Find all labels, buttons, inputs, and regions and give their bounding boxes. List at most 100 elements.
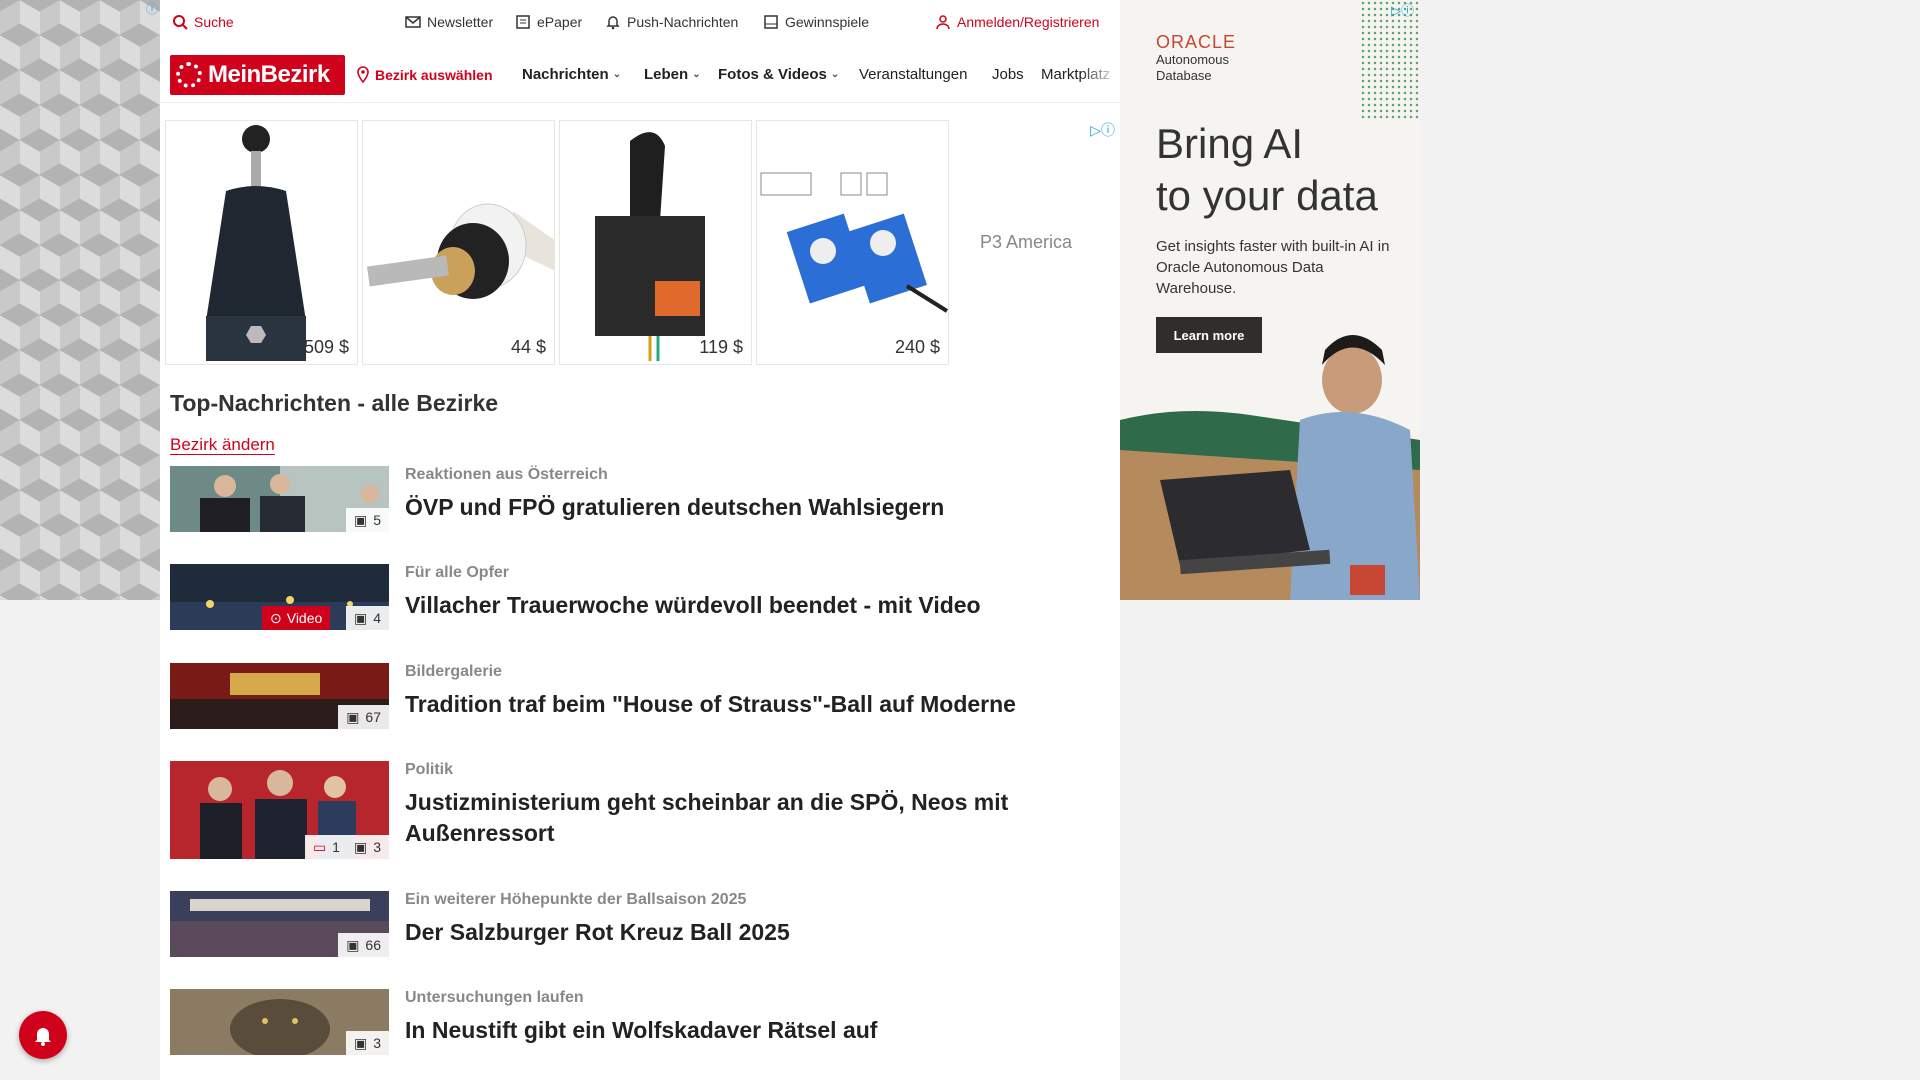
search-label: Suche — [194, 14, 234, 30]
nav-label: Veranstaltungen — [859, 66, 968, 83]
product-ad-strip: 509 $ 44 $ 119 $ 240 $ P3 America ▷ⓘ — [165, 120, 1115, 366]
lever-image — [595, 132, 705, 361]
product-price: 119 $ — [699, 337, 743, 357]
nav-item-leben[interactable]: Leben ⌄ — [644, 66, 701, 83]
article-kicker: Reaktionen aus Österreich — [405, 466, 608, 483]
image-count-badge: ▣ 4 — [345, 606, 389, 630]
article-thumbnail[interactable]: ▣ 67 — [170, 663, 389, 729]
image-count-badge: ▣ 66 — [338, 933, 389, 957]
games-label: Gewinnspiele — [785, 14, 870, 30]
district-selector[interactable]: Bezirk auswählen — [355, 66, 493, 84]
article-thumbnail[interactable]: ▣ 5 — [170, 466, 389, 532]
article-headline[interactable]: ÖVP und FPÖ gratulieren deutschen Wahlsi… — [405, 492, 1095, 523]
nav-fade-overlay — [1080, 46, 1120, 102]
bell-icon — [606, 16, 620, 30]
push-label: Push-Nachrichten — [627, 14, 739, 30]
image-icon: ▣ — [346, 936, 360, 953]
newsletter-label: Newsletter — [427, 14, 494, 30]
chevron-down-icon: ⌄ — [830, 69, 840, 80]
article-kicker: Bildergalerie — [405, 663, 502, 680]
image-icon: ▣ — [353, 838, 368, 855]
chevron-down-icon: ⌄ — [612, 69, 622, 80]
search-icon — [173, 15, 188, 30]
logo-text: MeinBezirk — [208, 61, 330, 88]
product-card[interactable]: 44 $ — [362, 120, 555, 365]
bell-icon — [35, 1028, 51, 1046]
ad-headline-line: to your data — [1156, 172, 1378, 219]
site-logo[interactable]: MeinBezirk — [170, 55, 345, 95]
image-count: 4 — [373, 610, 381, 626]
article-headline[interactable]: Der Salzburger Rot Kreuz Ball 2025 — [405, 917, 1095, 948]
nav-label: Leben — [644, 66, 689, 83]
newsletter-link[interactable]: Newsletter — [405, 14, 493, 30]
article-thumbnail[interactable]: ▣ 3 — [170, 989, 389, 1055]
product-price: 509 $ — [303, 337, 349, 357]
nav-item-nachrichten[interactable]: Nachrichten ⌄ — [522, 66, 621, 83]
adchoices-icon[interactable]: ▷ⓘ — [1090, 120, 1115, 140]
change-district-link[interactable]: Bezirk ändern — [170, 435, 275, 455]
image-icon: ▣ — [353, 609, 368, 626]
advertiser-name[interactable]: P3 America — [980, 232, 1072, 253]
games-link[interactable]: Gewinnspiele — [763, 14, 869, 30]
adchoices-icon[interactable]: ▷ⓘ — [1391, 0, 1414, 19]
article-kicker: Ein weiterer Höhepunkte der Ballsaison 2… — [405, 891, 747, 908]
play-icon: ⊙ — [270, 609, 282, 626]
sensor-image — [760, 172, 948, 313]
chevron-down-icon: ⌄ — [692, 69, 701, 80]
image-icon: ▣ — [353, 511, 368, 528]
push-link[interactable]: Push-Nachrichten — [605, 14, 738, 30]
user-icon — [936, 15, 950, 30]
article-headline[interactable]: Justizministerium geht scheinbar an die … — [405, 787, 1095, 849]
nav-label: Jobs — [992, 66, 1024, 83]
epaper-link[interactable]: ePaper — [515, 14, 582, 30]
article-headline[interactable]: In Neustift gibt ein Wolfskadaver Rätsel… — [405, 1015, 1095, 1046]
joystick-image — [206, 125, 306, 361]
product-card[interactable]: 240 $ — [756, 120, 949, 365]
oracle-logo: ORACLE — [1156, 32, 1237, 52]
prize-icon — [764, 15, 778, 29]
image-count-badge: ▣ 67 — [338, 705, 389, 729]
article-headline[interactable]: Tradition traf beim "House of Strauss"-B… — [405, 689, 1095, 720]
ad-product-name: Autonomous Database — [1156, 52, 1229, 83]
ad-headline: Bring AI to your data — [1156, 118, 1378, 222]
section-title: Top-Nachrichten - alle Bezirke — [170, 390, 499, 416]
newspaper-icon — [516, 15, 530, 29]
notification-bell-button[interactable] — [19, 1011, 67, 1059]
image-icon: ▣ — [346, 708, 360, 725]
article-thumbnail[interactable]: ⊙ Video ▣ 4 — [170, 564, 389, 630]
nav-item-veranstaltungen[interactable]: Veranstaltungen — [859, 66, 967, 83]
article-thumbnail[interactable]: ▣ 66 — [170, 891, 389, 957]
article-kicker: Für alle Opfer — [405, 564, 510, 581]
product-price: 44 $ — [510, 337, 546, 357]
image-count: 3 — [373, 1035, 381, 1051]
comment-icon: ▭ — [312, 838, 327, 855]
nav-item-fotos-videos[interactable]: Fotos & Videos ⌄ — [718, 66, 839, 83]
ad-headline-line: Bring AI — [1156, 120, 1304, 167]
ad-body: Get insights faster with built-in AI in … — [1156, 238, 1390, 297]
utility-bar: ⓘ Suche Newsletter ePaper Push-Nachricht… — [146, 0, 1120, 46]
epaper-label: ePaper — [537, 14, 583, 30]
district-label: Bezirk auswählen — [375, 67, 493, 83]
video-badge[interactable]: ⊙ Video — [262, 606, 331, 630]
main-content: ⓘ Suche Newsletter ePaper Push-Nachricht… — [146, 0, 1120, 1080]
image-icon: ▣ — [353, 1034, 368, 1051]
product-card[interactable]: 119 $ — [559, 120, 752, 365]
mail-icon — [405, 16, 421, 28]
main-navigation: MeinBezirk Bezirk auswählen Nachrichten ⌄… — [160, 46, 1120, 103]
oracle-ad[interactable]: ▷ⓘ ORACLE Autonomous Database Bring AI t… — [1120, 0, 1420, 600]
potentiometer-image — [366, 203, 554, 299]
article-headline[interactable]: Villacher Trauerwoche würdevoll beendet … — [405, 590, 1095, 621]
adchoices-icon[interactable]: ⓘ — [146, 0, 158, 17]
login-link[interactable]: Anmelden/Registrieren — [935, 14, 1099, 30]
media-badge: ▭ 1 ▣ 3 — [304, 835, 389, 859]
product-card[interactable]: 509 $ — [165, 120, 358, 365]
nav-label: Fotos & Videos — [718, 66, 827, 83]
article-kicker: Politik — [405, 761, 454, 778]
image-count: 5 — [373, 512, 381, 528]
search-link[interactable]: Suche — [172, 14, 234, 30]
image-count-badge: ▣ 3 — [345, 1031, 389, 1055]
nav-item-jobs[interactable]: Jobs — [992, 66, 1024, 83]
page-background-pattern — [0, 0, 160, 600]
article-thumbnail[interactable]: ▭ 1 ▣ 3 — [170, 761, 389, 859]
location-pin-icon — [357, 66, 369, 84]
